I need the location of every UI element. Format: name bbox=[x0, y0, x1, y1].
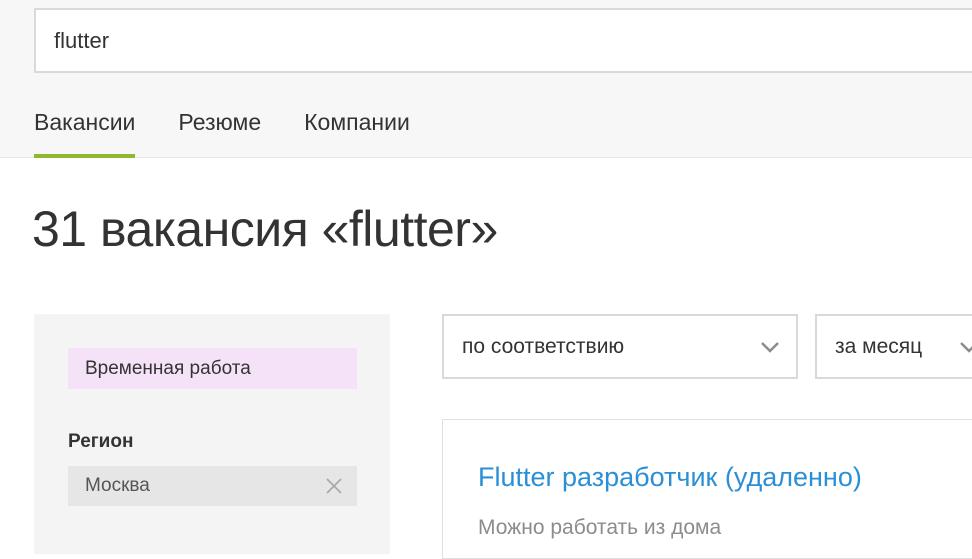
chevron-down-icon bbox=[761, 342, 779, 353]
filters-sidebar: Временная работа Регион Москва bbox=[34, 314, 390, 554]
region-chip: Москва bbox=[68, 466, 357, 506]
vacancy-subtitle: Можно работать из дома bbox=[478, 516, 722, 539]
tab-companies[interactable]: Компании bbox=[304, 104, 410, 158]
tabs: Вакансии Резюме Компании bbox=[34, 104, 453, 158]
tab-resumes[interactable]: Резюме bbox=[178, 104, 261, 158]
tab-vacancies[interactable]: Вакансии bbox=[34, 104, 136, 158]
search-input[interactable] bbox=[34, 8, 972, 73]
region-label: Регион bbox=[68, 431, 134, 452]
header: Вакансии Резюме Компании bbox=[0, 0, 972, 158]
period-value: за месяц bbox=[835, 335, 923, 358]
page-title: 31 вакансия «flutter» bbox=[32, 201, 498, 257]
vacancy-title-link[interactable]: Flutter разработчик (удаленно) bbox=[478, 462, 862, 493]
close-icon[interactable] bbox=[325, 477, 343, 495]
vacancy-card: Flutter разработчик (удаленно) Можно раб… bbox=[442, 419, 972, 559]
region-value: Москва bbox=[85, 475, 150, 496]
chevron-down-icon bbox=[960, 342, 972, 353]
sort-order-value: по соответствию bbox=[462, 335, 625, 358]
tag-chip-temporary-work[interactable]: Временная работа bbox=[68, 348, 357, 389]
period-select[interactable]: за месяц bbox=[815, 314, 972, 379]
sort-order-select[interactable]: по соответствию bbox=[442, 314, 798, 379]
